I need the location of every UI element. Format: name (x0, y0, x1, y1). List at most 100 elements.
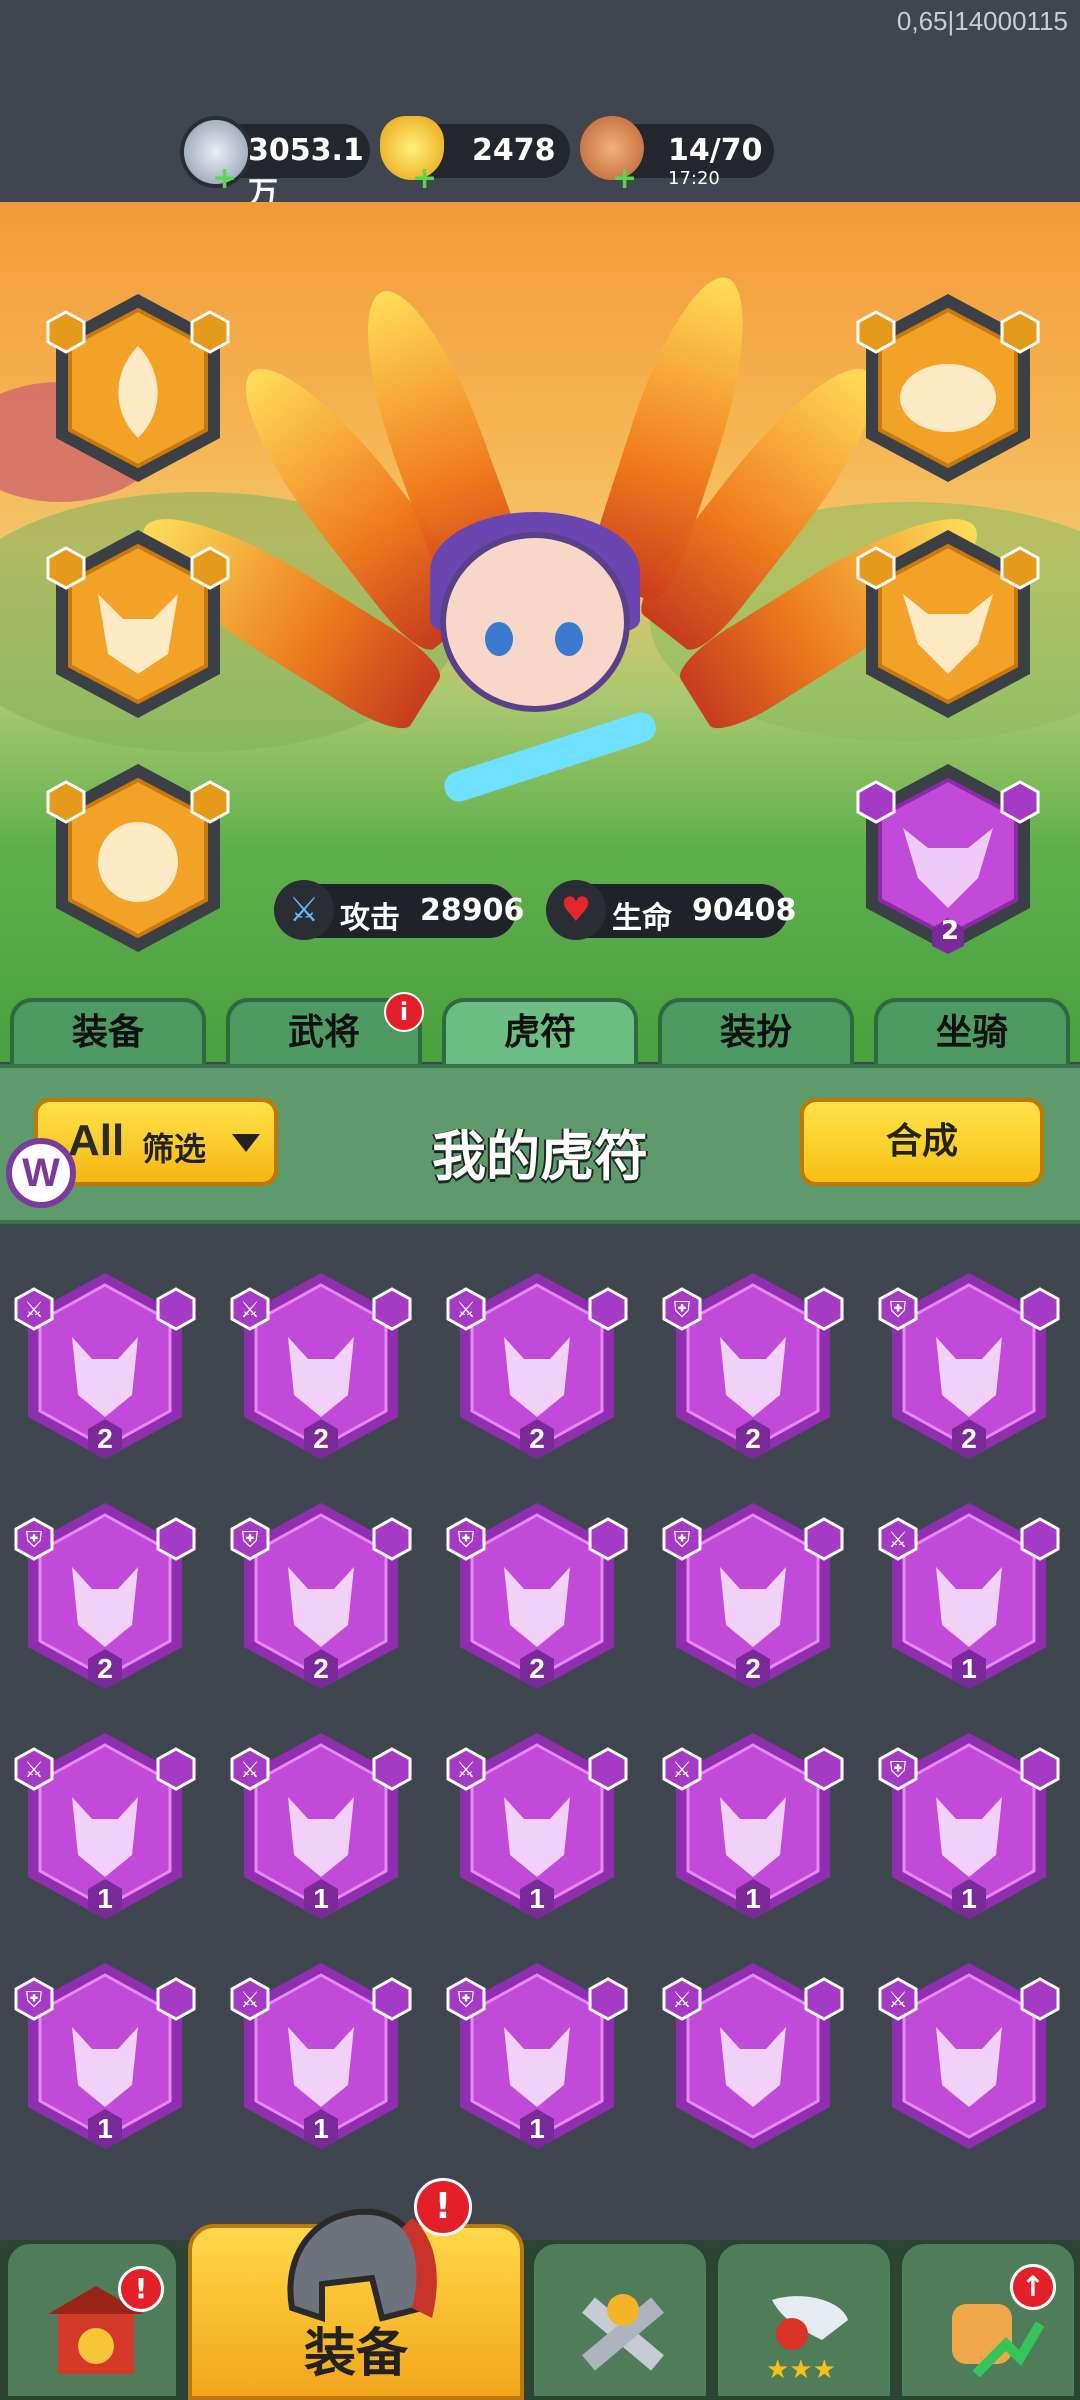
attack-label: 攻击 (340, 901, 400, 936)
heart-icon: ♥ (546, 880, 606, 940)
tally-level: 1 (961, 1653, 977, 1684)
nav-equipment-button[interactable]: ! 装备 (188, 2178, 524, 2400)
attack-value: 28906 (420, 893, 525, 928)
shield-type-icon: ⛨ (889, 1298, 907, 1323)
equipped-slot-fox[interactable] (38, 524, 238, 724)
equipped-slot-turtle[interactable] (848, 288, 1048, 488)
tally-level: 2 (745, 1423, 761, 1454)
plus-icon[interactable]: + (412, 161, 437, 196)
hp-value: 90408 (692, 893, 797, 928)
equipped-slot-lion[interactable] (38, 758, 238, 958)
silver-value: 3053.1万 (248, 133, 364, 211)
tally-item-phoenix[interactable]: ⚔ 1 (226, 1957, 416, 2157)
tally-level: 1 (313, 1883, 329, 1914)
sword-type-icon: ⚔ (456, 1758, 476, 1783)
gold-resource[interactable]: 2478 + (380, 116, 570, 196)
page-title: 我的虎符 (432, 1125, 648, 1188)
tally-item-dragon[interactable]: ⚔ 2 (442, 1267, 632, 1467)
tally-level: 2 (97, 1653, 113, 1684)
tally-item-fox[interactable]: ⚔ (874, 1957, 1064, 2157)
tally-item-turtle[interactable]: ⛨ 2 (10, 1497, 200, 1697)
tally-item-deer[interactable]: ⚔ 2 (10, 1267, 200, 1467)
sword-type-icon: ⚔ (888, 1528, 908, 1553)
gold-value: 2478 (472, 133, 556, 168)
shield-type-icon: ⛨ (457, 1528, 475, 1553)
tally-item-dragon[interactable]: ⛨ 2 (658, 1267, 848, 1467)
alert-badge-icon: ! (414, 2178, 472, 2236)
stamina-timer: 17:20 (668, 168, 720, 189)
filter-label: 筛选 (142, 1130, 207, 1168)
hp-stat: ♥ 生命 90408 (546, 880, 796, 940)
sword-type-icon: ⚔ (240, 1988, 260, 2013)
info-badge-icon: i (384, 992, 424, 1032)
silver-resource[interactable]: 3053.1万 + (180, 116, 370, 211)
shield-type-icon: ⛨ (25, 1988, 43, 2013)
tab-generals[interactable]: 武将 i (226, 992, 424, 1064)
tally-item-dragon[interactable]: ⚔ 1 (658, 1727, 848, 1927)
nav-equipment-label: 装备 (303, 2324, 408, 2384)
hero-character[interactable] (121, 262, 999, 902)
overlay-logo-icon[interactable]: W (6, 1138, 76, 1208)
tally-item-ox-skull[interactable]: ⛨ 1 (874, 1727, 1064, 1927)
tab-equipment[interactable]: 装备 (10, 998, 206, 1064)
filter-all-label: All (68, 1116, 125, 1165)
tally-level: 1 (529, 1883, 545, 1914)
hero-eye (485, 622, 513, 656)
nav-upgrade-button[interactable]: ★★★ (714, 2240, 894, 2400)
equipped-slot-phoenix[interactable] (38, 288, 238, 488)
tally-item-wolf[interactable]: ⛨ 2 (874, 1267, 1064, 1467)
tally-item-deer[interactable]: ⚔ 1 (874, 1497, 1064, 1697)
shield-type-icon: ⛨ (241, 1528, 259, 1553)
tab-tiger-tally[interactable]: 虎符 (442, 998, 638, 1064)
tally-item-lion[interactable]: ⚔ 1 (10, 1727, 200, 1927)
tally-item-tiger[interactable]: ⚔ 2 (226, 1267, 416, 1467)
tally-item-phoenix[interactable]: ⛨ 2 (226, 1497, 416, 1697)
tally-level: 2 (97, 1423, 113, 1454)
sword-type-icon: ⚔ (456, 1298, 476, 1323)
hero-eye (555, 622, 583, 656)
crossed-swords-icon (582, 2294, 664, 2371)
tally-item-boar[interactable]: ⛨ 2 (442, 1497, 632, 1697)
tally-item-snake[interactable]: ⛨ 2 (658, 1497, 848, 1697)
stamina-resource[interactable]: 14/70 17:20 + (580, 116, 774, 196)
shield-type-icon: ⛨ (889, 1758, 907, 1783)
sword-type-icon: ⚔ (24, 1298, 44, 1323)
compose-button[interactable]: 合成 (800, 1098, 1044, 1186)
tally-item-tiger[interactable]: ⚔ 1 (226, 1727, 416, 1927)
shield-type-icon: ⛨ (673, 1528, 691, 1553)
resource-bar: 3053.1万 + 2478 + 14/70 17:20 + (0, 116, 1080, 211)
tally-level: 1 (97, 2113, 113, 2144)
tally-item-deer[interactable]: ⚔ (658, 1957, 848, 2157)
tally-item-snake[interactable]: ⛨ 1 (442, 1957, 632, 2157)
tally-level: 2 (313, 1423, 329, 1454)
tab-mount[interactable]: 坐骑 (874, 998, 1070, 1064)
hp-label: 生命 (612, 901, 672, 936)
tally-level: 2 (529, 1653, 545, 1684)
tally-item-whale[interactable]: ⚔ 1 (442, 1727, 632, 1927)
sword-type-icon: ⚔ (240, 1298, 260, 1323)
stamina-value: 14/70 (668, 133, 763, 168)
equipped-slot-ox-skull[interactable] (848, 524, 1048, 724)
hero-sword (440, 708, 660, 806)
nav-shop-button[interactable]: ! (4, 2240, 180, 2400)
tally-level: 1 (529, 2113, 545, 2144)
nav-boost-button[interactable]: ↑ (898, 2240, 1078, 2400)
tally-item-turtle[interactable]: ⛨ 1 (10, 1957, 200, 2157)
sword-type-icon: ⚔ (240, 1758, 260, 1783)
tally-level (736, 2109, 770, 2149)
tally-level: 1 (313, 2113, 329, 2144)
sword-type-icon: ⚔ (888, 1988, 908, 2013)
tally-level: 1 (97, 1883, 113, 1914)
svg-text:★★★: ★★★ (766, 2355, 836, 2384)
plus-icon[interactable]: + (212, 161, 237, 196)
alert-badge-icon: ! (118, 2266, 164, 2312)
nav-heroes-button[interactable] (530, 2240, 710, 2400)
shield-type-icon: ⛨ (25, 1528, 43, 1553)
turtle-icon (900, 364, 996, 432)
tally-level: 2 (529, 1423, 545, 1454)
sword-icon: ⚔ (274, 880, 334, 940)
hero-scene: 2 ⚔ 攻击 28906 ♥ 生命 90408 (0, 202, 1080, 1062)
tab-costume[interactable]: 装扮 (658, 998, 854, 1064)
tally-level (952, 2109, 986, 2149)
plus-icon[interactable]: + (612, 161, 637, 196)
